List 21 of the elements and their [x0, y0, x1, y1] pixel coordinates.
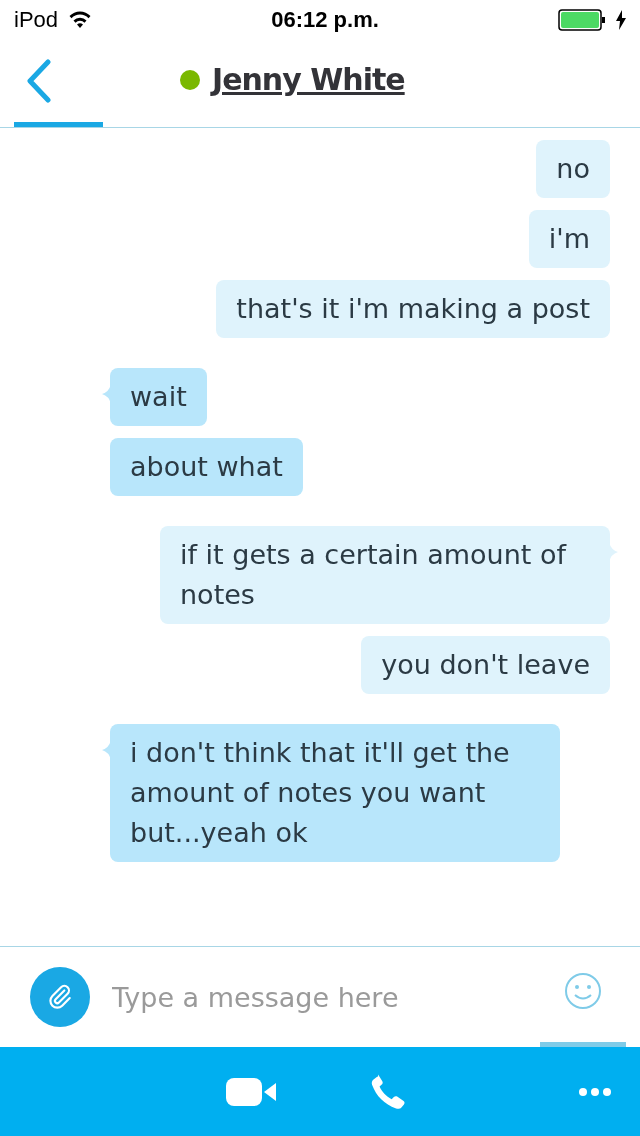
more-icon: [578, 1086, 612, 1097]
sent-message: you don't leave: [361, 636, 610, 694]
sent-message: no: [536, 140, 610, 198]
sent-message: that's it i'm making a post: [216, 280, 610, 338]
carrier-name: iPod: [14, 7, 59, 33]
paperclip-icon: [47, 984, 73, 1010]
received-message: about what: [110, 438, 303, 496]
smiley-icon: [564, 971, 602, 1010]
bubble-tail-icon: [102, 384, 111, 404]
back-icon: [26, 59, 52, 103]
video-camera-icon: [226, 1077, 276, 1106]
bubble-tail-icon: [102, 740, 111, 760]
status-time: 06:12 p.m.: [271, 7, 379, 33]
bubble-tail-icon: [609, 542, 618, 562]
sent-message: i'm: [528, 210, 610, 268]
wifi-icon: [68, 11, 93, 29]
battery-icon: [558, 9, 606, 31]
attach-button[interactable]: [30, 967, 90, 1027]
more-options-button[interactable]: [578, 1086, 612, 1097]
video-call-button[interactable]: [226, 1077, 276, 1106]
contact-name[interactable]: Jenny White: [212, 62, 405, 97]
